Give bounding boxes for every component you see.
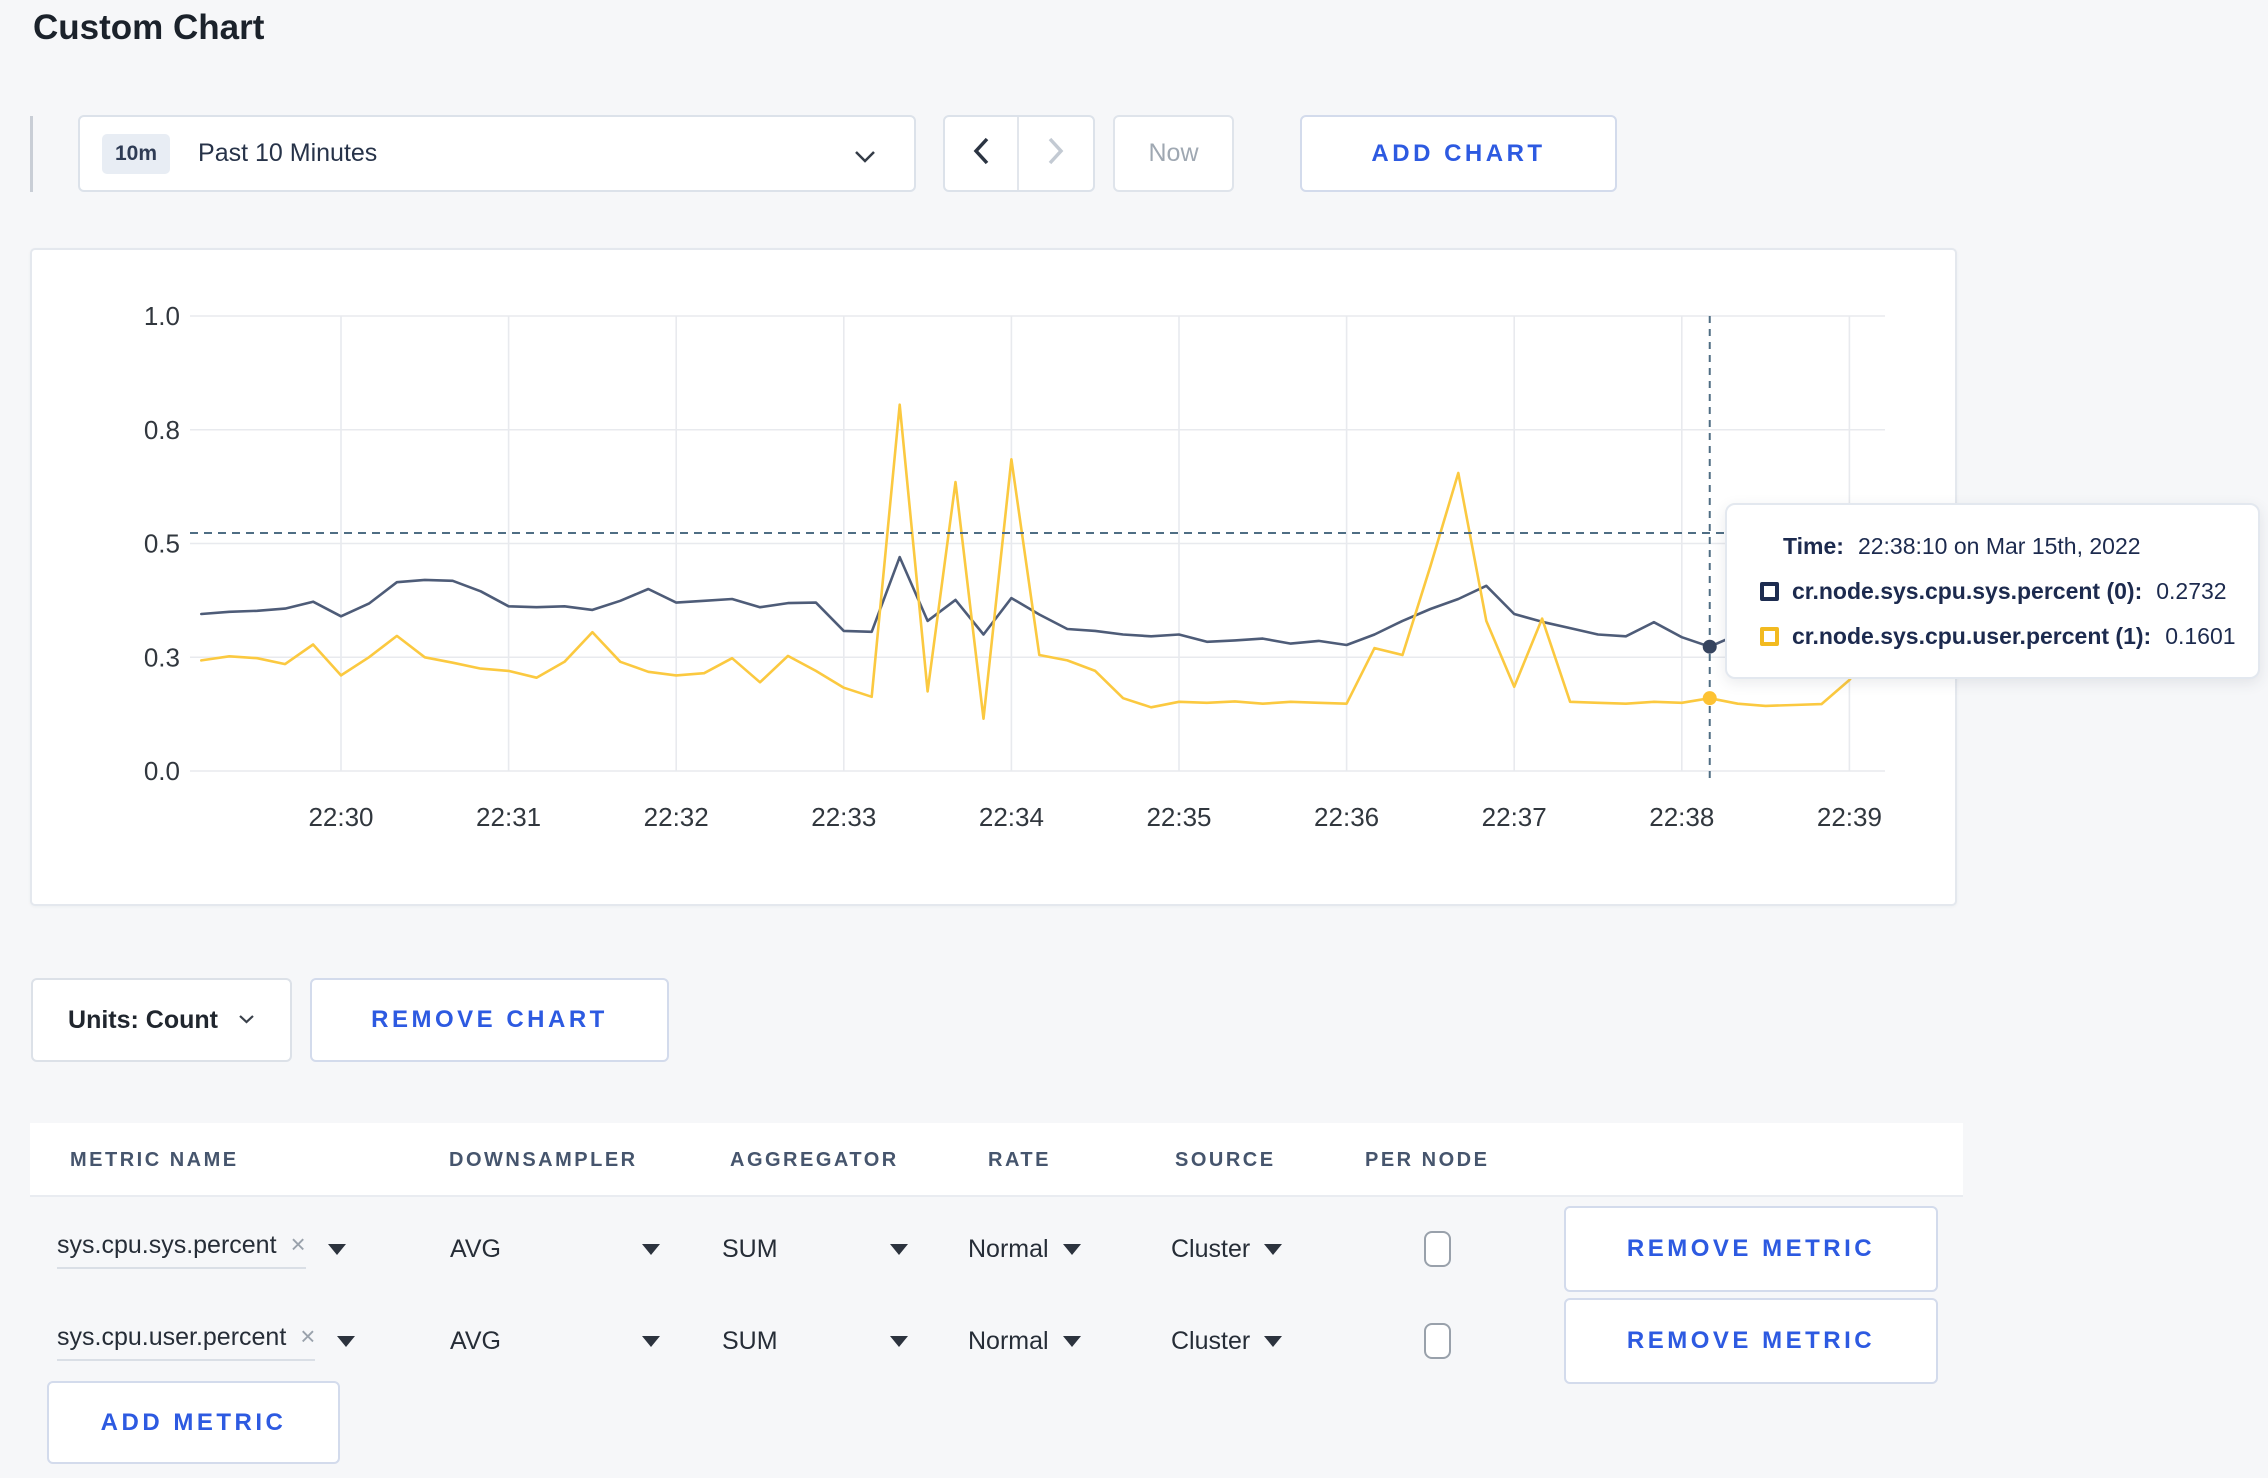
prev-time-button[interactable] (945, 117, 1019, 190)
caret-down-icon (1264, 1335, 1283, 1347)
downsampler-select[interactable]: AVG (450, 1295, 660, 1387)
hover-dot (1702, 639, 1717, 654)
caret-down-icon (890, 1335, 908, 1347)
metric-name-select[interactable]: sys.cpu.sys.percent × (57, 1229, 306, 1269)
column-header-source: SOURCE (1175, 1149, 1276, 1171)
metric-row: sys.cpu.user.percent × AVG SUM Normal Cl… (30, 1295, 1963, 1387)
x-tick-label: 22:32 (644, 802, 709, 832)
tooltip-time: Time: 22:38:10 on Mar 15th, 2022 (1783, 533, 2141, 559)
chart-card: 0.0 0.3 0.5 0.8 1.0 22:30 22:31 22:32 22:33 22:34… (30, 248, 1957, 906)
x-tick-label: 22:33 (811, 802, 876, 832)
hover-dot (1702, 691, 1717, 706)
now-button[interactable]: Now (1113, 115, 1234, 192)
time-nav-group (943, 115, 1095, 192)
time-range-badge: 10m (102, 133, 171, 174)
y-tick-label: 0.3 (144, 642, 180, 672)
units-dropdown[interactable]: Units: Count (31, 978, 292, 1062)
rate-select[interactable]: Normal (968, 1295, 1081, 1387)
metric-name-select[interactable]: sys.cpu.user.percent × (57, 1321, 316, 1361)
caret-down-icon[interactable] (337, 1335, 356, 1347)
clear-icon[interactable]: × (291, 1229, 306, 1260)
per-node-checkbox[interactable] (1424, 1231, 1451, 1267)
chevron-right-icon (1047, 136, 1065, 171)
x-tick-label: 22:30 (308, 802, 373, 832)
chart-tooltip: Time: 22:38:10 on Mar 15th, 2022 cr.node.… (1725, 503, 2260, 679)
column-header-rate: RATE (988, 1149, 1051, 1171)
remove-metric-button[interactable]: REMOVE METRIC (1564, 1206, 1938, 1292)
x-tick-label: 22:37 (1482, 802, 1547, 832)
remove-metric-button[interactable]: REMOVE METRIC (1564, 1298, 1938, 1384)
page-title: Custom Chart (33, 8, 265, 47)
caret-down-icon (1062, 1335, 1081, 1347)
y-tick-label: 0.8 (144, 415, 180, 445)
tooltip-series-row: cr.node.sys.cpu.user.percent (1): 0.1601 (1760, 623, 2258, 650)
metrics-table-header: METRIC NAME DOWNSAMPLER AGGREGATOR RATE … (30, 1123, 1963, 1197)
caret-down-icon (642, 1335, 660, 1347)
source-select[interactable]: Cluster (1171, 1295, 1283, 1387)
clear-icon[interactable]: × (300, 1321, 315, 1352)
chevron-left-icon (972, 136, 990, 171)
x-tick-label: 22:35 (1146, 802, 1211, 832)
aggregator-select[interactable]: SUM (722, 1203, 908, 1295)
tooltip-series-row: cr.node.sys.cpu.sys.percent (0): 0.2732 (1760, 578, 2258, 605)
x-tick-label: 22:36 (1314, 802, 1379, 832)
column-header-metric-name: METRIC NAME (70, 1149, 239, 1171)
toolbar-divider (30, 116, 33, 192)
metric-row: sys.cpu.sys.percent × AVG SUM Normal Clu… (30, 1203, 1963, 1295)
custom-chart-page: Custom Chart 10m Past 10 Minutes Now ADD… (0, 0, 2268, 1478)
x-tick-label: 22:31 (476, 802, 541, 832)
remove-chart-button[interactable]: REMOVE CHART (310, 978, 669, 1062)
timeseries-chart[interactable]: 0.0 0.3 0.5 0.8 1.0 22:30 22:31 22:32 22:33 22:34… (32, 250, 1955, 904)
x-tick-label: 22:34 (979, 802, 1044, 832)
series-line (200, 555, 1879, 649)
caret-down-icon (1264, 1243, 1283, 1255)
column-header-aggregator: AGGREGATOR (730, 1149, 899, 1171)
time-range-label: Past 10 Minutes (198, 139, 378, 167)
caret-down-icon[interactable] (327, 1243, 346, 1255)
series-line (200, 403, 1879, 721)
caret-down-icon (890, 1243, 908, 1255)
source-select[interactable]: Cluster (1171, 1203, 1283, 1295)
next-time-button[interactable] (1019, 117, 1093, 190)
caret-down-icon (642, 1243, 660, 1255)
caret-down-icon (1062, 1243, 1081, 1255)
per-node-checkbox[interactable] (1424, 1323, 1451, 1359)
y-tick-label: 1.0 (144, 301, 180, 331)
aggregator-select[interactable]: SUM (722, 1295, 908, 1387)
chevron-down-icon (854, 150, 876, 168)
add-chart-button[interactable]: ADD CHART (1300, 115, 1617, 192)
x-tick-label: 22:38 (1649, 802, 1714, 832)
y-tick-label: 0.0 (144, 756, 180, 786)
rate-select[interactable]: Normal (968, 1203, 1081, 1295)
chevron-down-icon (238, 1011, 255, 1029)
time-range-dropdown[interactable]: 10m Past 10 Minutes (78, 115, 916, 192)
column-header-per-node: PER NODE (1365, 1149, 1490, 1171)
series-swatch-icon (1760, 627, 1779, 646)
y-tick-label: 0.5 (144, 529, 180, 559)
x-tick-label: 22:39 (1817, 802, 1882, 832)
downsampler-select[interactable]: AVG (450, 1203, 660, 1295)
add-metric-button[interactable]: ADD METRIC (47, 1381, 340, 1464)
series-swatch-icon (1760, 582, 1779, 601)
column-header-downsampler: DOWNSAMPLER (449, 1149, 638, 1171)
